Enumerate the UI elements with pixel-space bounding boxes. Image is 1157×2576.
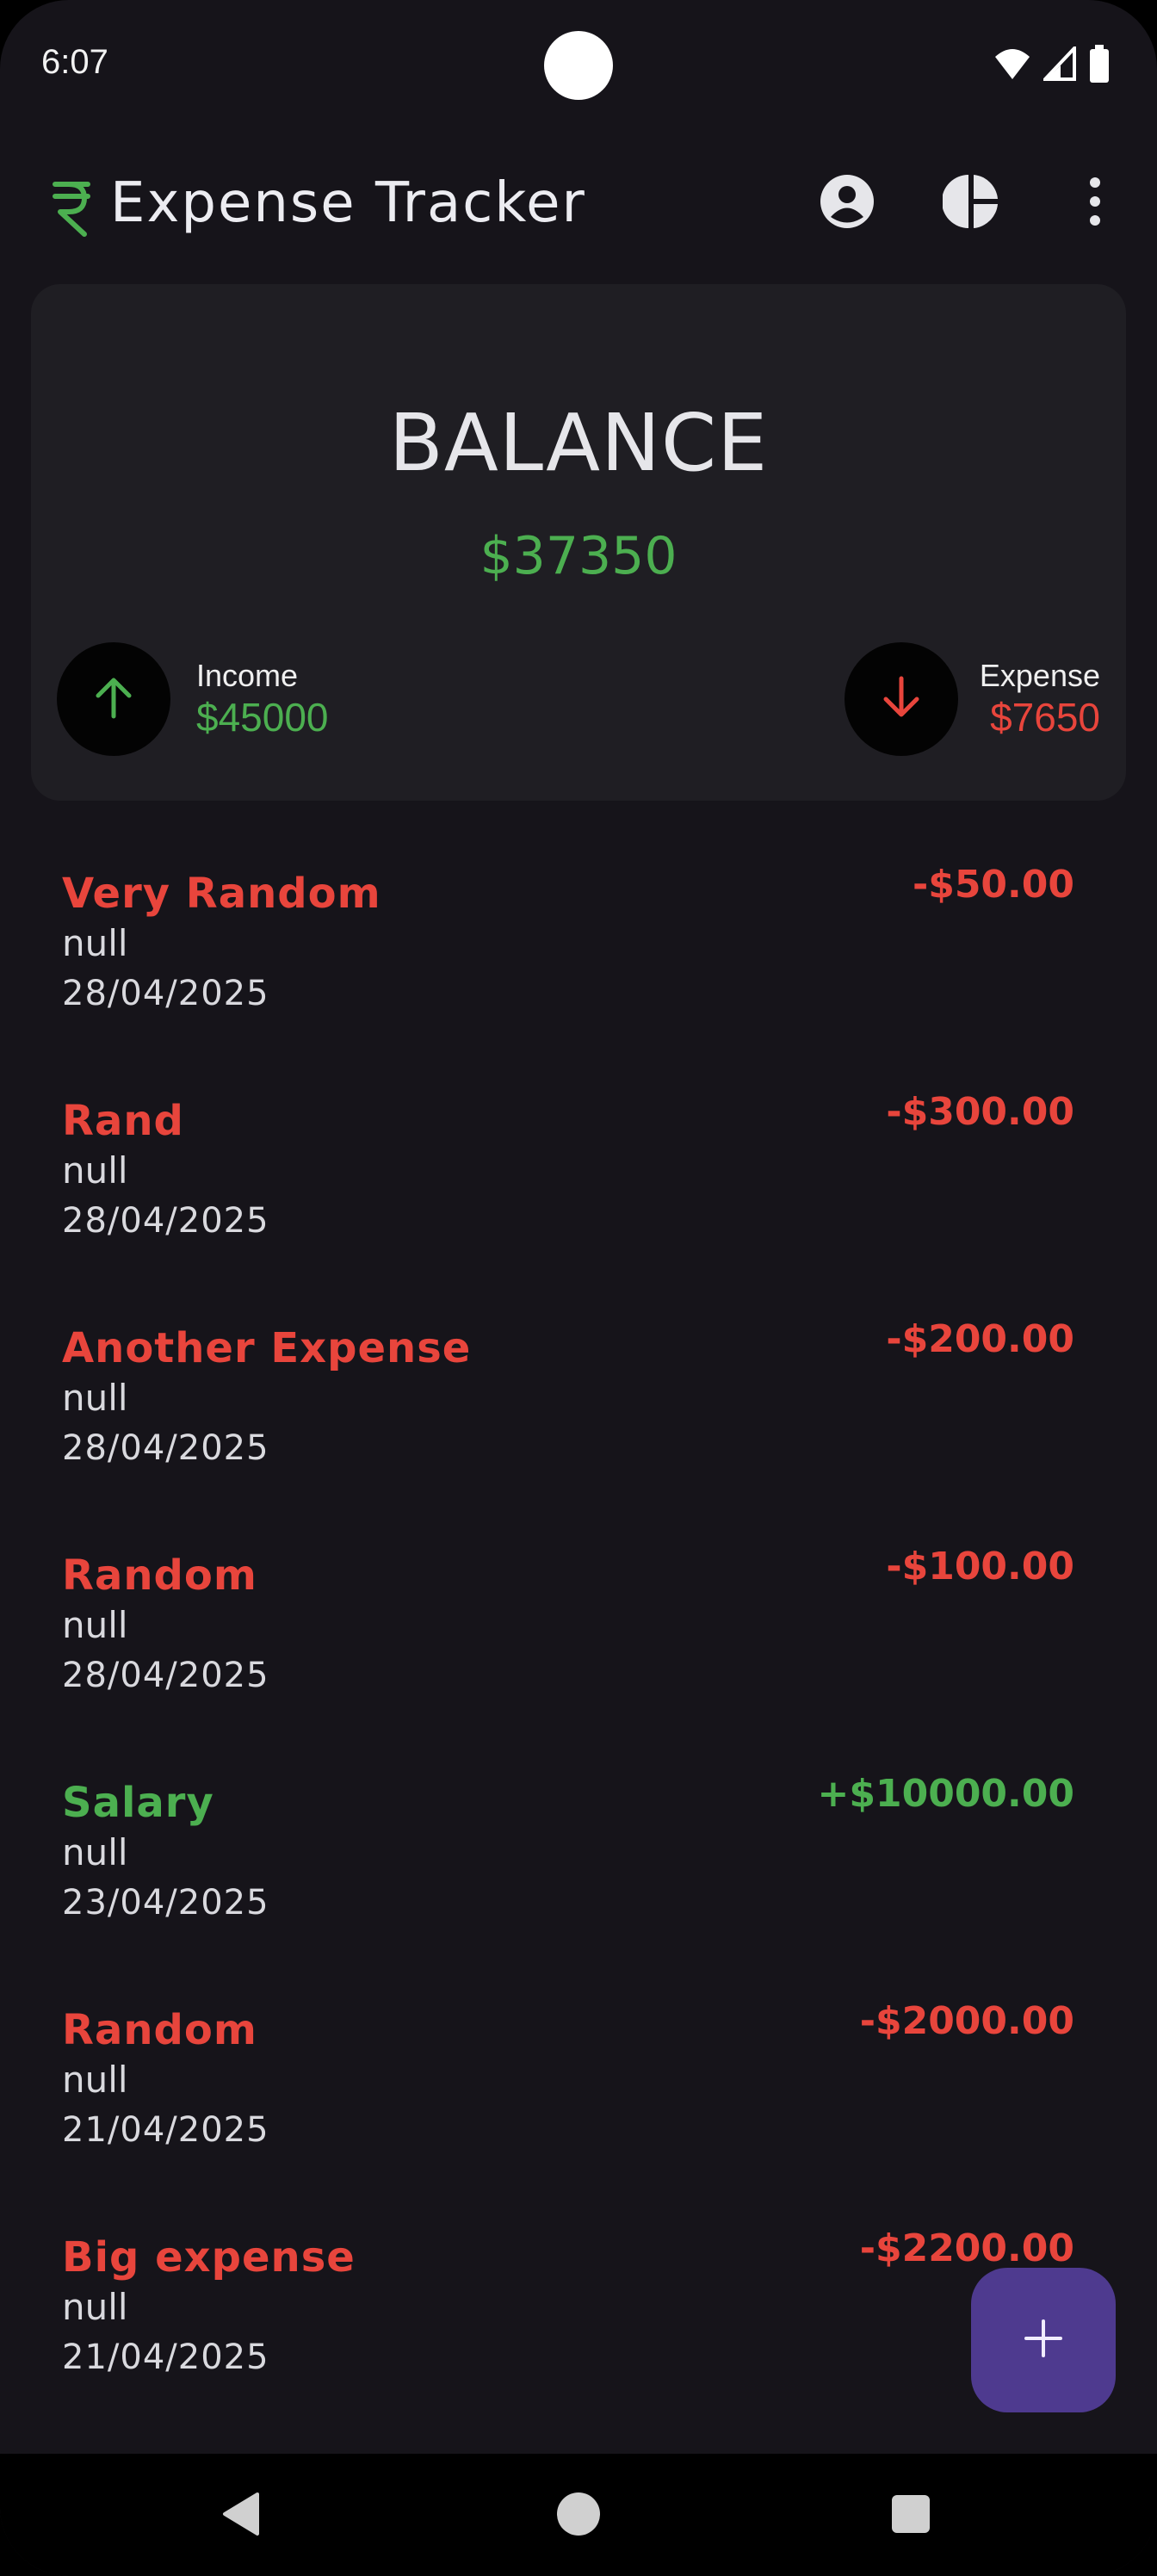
transaction-date: 28/04/2025 (62, 1428, 269, 1468)
app-title: Expense Tracker (110, 171, 586, 235)
transaction-note: null (62, 1604, 128, 1646)
add-transaction-button[interactable] (971, 2268, 1116, 2412)
transaction-item[interactable]: Another Expense null 28/04/2025 -$200.00 (62, 1317, 1074, 1529)
transaction-date: 23/04/2025 (62, 1883, 269, 1923)
transaction-title: Rand (62, 1097, 184, 1145)
balance-amount: $37350 (480, 526, 677, 586)
transaction-amount: -$2000.00 (859, 1999, 1074, 2043)
balance-card: BALANCE $37350 Income $45000 Expense $76… (31, 284, 1126, 801)
expense-indicator (845, 642, 958, 756)
home-button[interactable] (548, 2485, 609, 2547)
account-circle-icon (819, 173, 875, 233)
income-value: $45000 (196, 695, 329, 740)
phone-screen: 6:07 Expense Tracker BALANCE $37350 Inco… (0, 0, 1157, 2576)
transaction-item[interactable]: Random null 28/04/2025 -$100.00 (62, 1545, 1074, 1756)
transaction-amount: +$10000.00 (817, 1772, 1074, 1816)
transaction-amount: -$100.00 (886, 1545, 1074, 1588)
recents-button[interactable] (880, 2485, 942, 2547)
transaction-date: 28/04/2025 (62, 1201, 269, 1241)
plus-icon (1023, 2318, 1064, 2362)
transaction-note: null (62, 1377, 128, 1419)
transaction-title: Big expense (62, 2233, 356, 2282)
more-vert-icon (1086, 176, 1104, 231)
expense-value: $7650 (990, 695, 1100, 740)
income-label: Income (196, 658, 299, 693)
transaction-date: 28/04/2025 (62, 1656, 269, 1695)
transaction-date: 21/04/2025 (62, 2110, 269, 2150)
status-time: 6:07 (41, 43, 108, 81)
arrow-down-icon (877, 673, 925, 725)
recents-icon (890, 2493, 931, 2538)
transaction-title: Random (62, 1551, 257, 1600)
transaction-date: 21/04/2025 (62, 2338, 269, 2377)
camera-cutout (544, 31, 613, 100)
back-button[interactable] (210, 2485, 272, 2547)
battery-icon (1088, 45, 1111, 86)
income-indicator (57, 642, 170, 756)
transaction-amount: -$300.00 (886, 1090, 1074, 1134)
transaction-note: null (62, 1149, 128, 1192)
arrow-up-icon (90, 673, 138, 725)
transaction-item[interactable]: Salary null 23/04/2025 +$10000.00 (62, 1772, 1074, 1984)
signal-icon (1041, 43, 1076, 84)
transaction-amount: -$50.00 (912, 863, 1074, 907)
transaction-title: Very Random (62, 870, 381, 918)
balance-title: BALANCE (388, 397, 769, 489)
pie-chart-icon (942, 173, 999, 233)
back-icon (220, 2491, 263, 2541)
transaction-item[interactable]: Big expense null 21/04/2025 -$2200.00 (62, 2226, 1074, 2438)
profile-button[interactable] (813, 169, 882, 238)
transaction-title: Random (62, 2006, 257, 2054)
transaction-amount: -$2200.00 (859, 2226, 1074, 2270)
home-icon (555, 2491, 602, 2541)
transaction-item[interactable]: Random null 21/04/2025 -$2000.00 (62, 1999, 1074, 2211)
transaction-item[interactable]: Very Random null 28/04/2025 -$50.00 (62, 863, 1074, 1074)
rupee-icon (50, 169, 93, 241)
system-nav-bar (0, 2454, 1157, 2576)
transaction-note: null (62, 1831, 128, 1873)
transaction-note: null (62, 922, 128, 964)
transaction-note: null (62, 2059, 128, 2101)
transaction-note: null (62, 2286, 128, 2328)
transaction-date: 28/04/2025 (62, 974, 269, 1013)
more-options-button[interactable] (1061, 169, 1129, 238)
transaction-title: Salary (62, 1779, 214, 1827)
transaction-amount: -$200.00 (886, 1317, 1074, 1361)
transaction-title: Another Expense (62, 1324, 472, 1372)
status-icons (993, 43, 1111, 86)
expense-label: Expense (979, 658, 1100, 693)
statistics-button[interactable] (937, 169, 1005, 238)
wifi-icon (993, 46, 1031, 84)
transaction-item[interactable]: Rand null 28/04/2025 -$300.00 (62, 1090, 1074, 1302)
